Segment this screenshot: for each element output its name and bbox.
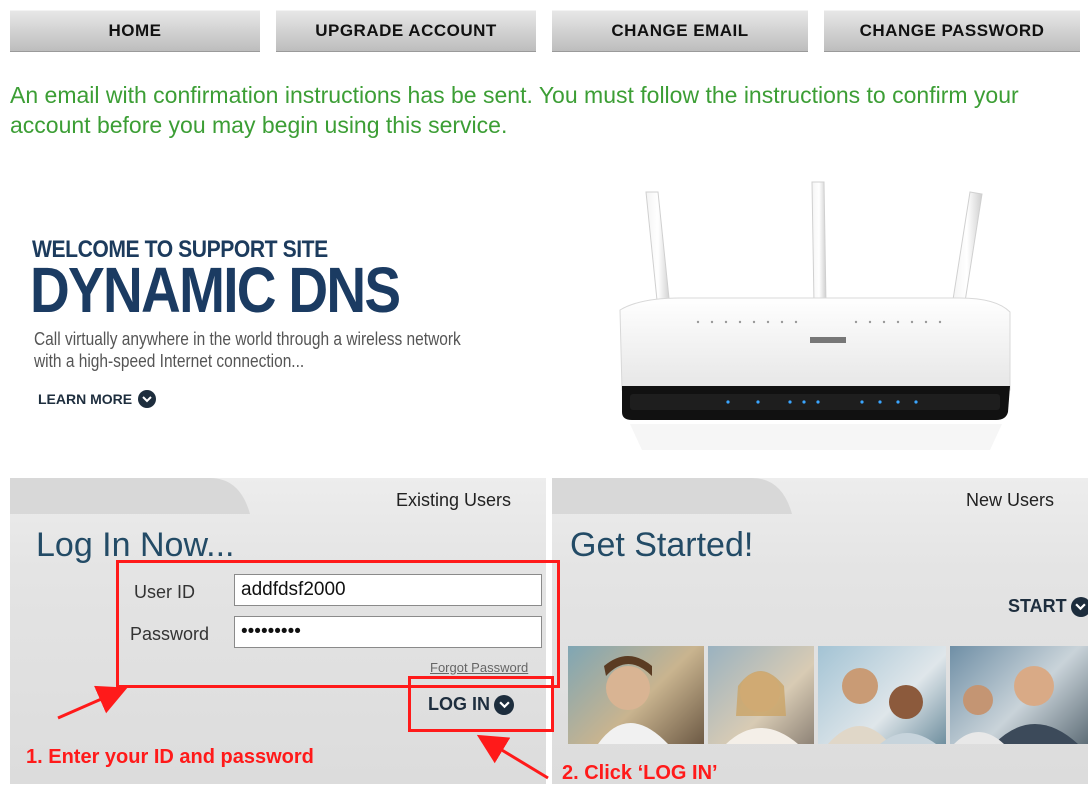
photo-man-suit (950, 646, 1088, 744)
chevron-down-circle-icon (1070, 596, 1088, 617)
learn-more-label: LEARN MORE (38, 391, 133, 407)
photo-woman-phone (568, 646, 704, 744)
annotation-step-2: 2. Click ‘LOG IN’ (562, 762, 718, 784)
credentials-highlight-box (116, 560, 560, 688)
start-button[interactable]: START (1008, 596, 1088, 617)
annotation-step-1: 1. Enter your ID and password (26, 746, 314, 768)
tab-existing-users[interactable]: Existing Users (396, 490, 511, 511)
tab-new-users[interactable]: New Users (966, 490, 1054, 511)
nav-home[interactable]: HOME (10, 10, 260, 52)
login-highlight-box (408, 676, 554, 732)
photo-woman-blonde (708, 646, 814, 744)
confirmation-message: An email with confirmation instructions … (10, 82, 1019, 138)
learn-more-link[interactable]: LEARN MORE (38, 390, 157, 408)
photo-group (818, 646, 946, 744)
hero-description: Call virtually anywhere in the world thr… (34, 329, 461, 371)
top-nav: HOME UPGRADE ACCOUNT CHANGE EMAIL CHANGE… (0, 10, 1088, 52)
chevron-down-circle-icon (138, 390, 157, 408)
router-image (619, 181, 1011, 450)
start-button-label: START (1008, 596, 1067, 616)
nav-upgrade-account[interactable]: UPGRADE ACCOUNT (276, 10, 536, 52)
hero-title: DYNAMIC DNS (30, 254, 401, 326)
signup-title: Get Started! (570, 526, 754, 564)
nav-change-email[interactable]: CHANGE EMAIL (552, 10, 808, 52)
nav-change-password[interactable]: CHANGE PASSWORD (824, 10, 1080, 52)
